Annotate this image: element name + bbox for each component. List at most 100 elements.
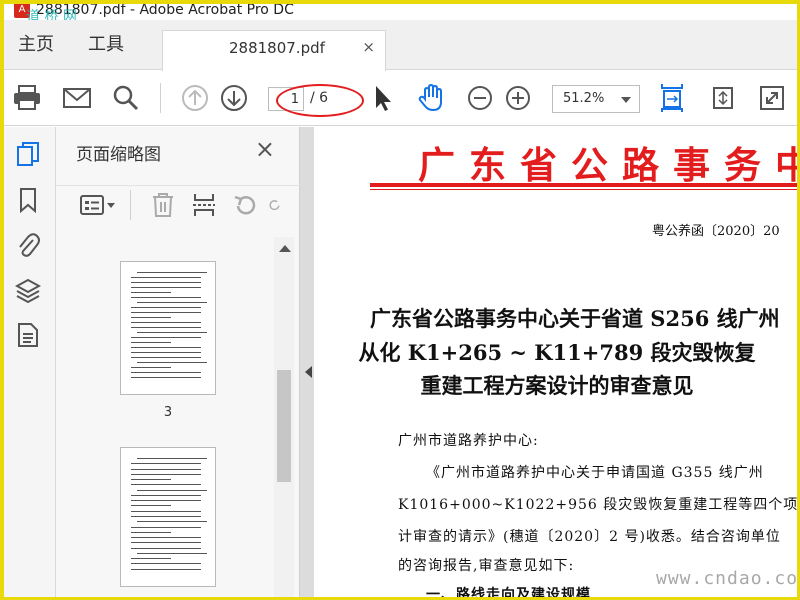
panel-title: 页面缩略图 — [76, 145, 161, 165]
document-number: 粤公养函〔2020〕20 — [652, 224, 780, 239]
arrow-up-circle-icon — [182, 85, 208, 111]
thumbnail-text-line — [131, 347, 201, 348]
scroll-up-arrow[interactable] — [279, 245, 291, 252]
section-heading: 一、路线走向及建设规模 — [426, 587, 591, 600]
thumbnail-text-line — [131, 473, 201, 475]
bookmarks-button[interactable] — [14, 186, 42, 214]
page-thumbnails-button[interactable] — [14, 141, 42, 169]
collapse-panel-arrow[interactable] — [305, 366, 312, 378]
document-title-line: 重建工程方案设计的审查意见 — [420, 373, 694, 398]
thumbnail-text-line — [137, 272, 207, 273]
scrollbar-thumb[interactable] — [277, 370, 291, 482]
document-icon — [18, 323, 38, 347]
menu-tools[interactable]: 工具 — [88, 30, 124, 56]
thumbnail-text-line — [137, 302, 207, 303]
thumbnail-text-line — [131, 494, 201, 496]
rotate-left-icon — [234, 195, 256, 215]
thumbnail-text-line — [137, 332, 207, 333]
page-thumbnail[interactable] — [120, 447, 216, 587]
document-tab-label: 2881807.pdf — [229, 39, 325, 57]
thumbnail-text-line — [131, 500, 201, 502]
select-tool-button[interactable] — [368, 83, 398, 113]
attachments-button[interactable] — [14, 231, 42, 259]
thumbnail-text-line — [131, 479, 171, 481]
thumbnail-text-line — [131, 526, 201, 528]
thumbnail-text-line — [131, 322, 201, 323]
zoom-in-button[interactable] — [503, 83, 533, 113]
thumbnail-panel: 页面缩略图 × 3 — [56, 127, 300, 600]
thumbnail-text-line — [131, 342, 171, 343]
fit-page-icon — [713, 87, 733, 109]
page-thumbnail[interactable] — [120, 261, 216, 395]
expand-icon — [760, 86, 784, 110]
thumbnail-toolbar — [56, 185, 300, 225]
printer-icon — [14, 85, 40, 110]
cursor-arrow-icon — [376, 86, 391, 111]
red-rule — [370, 183, 800, 187]
zoom-out-button[interactable] — [465, 83, 495, 113]
site-watermark-footer: www.cndao.com — [656, 568, 800, 589]
thumbnail-text-line — [131, 307, 201, 308]
next-page-button[interactable] — [219, 83, 249, 113]
search-button[interactable] — [111, 83, 141, 113]
thumbnail-text-line — [131, 327, 201, 328]
thumbnail-text-line — [131, 277, 201, 278]
previous-page-button[interactable] — [180, 83, 210, 113]
insert-page-button[interactable] — [189, 190, 219, 220]
zoom-out-icon — [468, 86, 492, 110]
hand-icon — [418, 83, 442, 112]
document-viewer: 广东省公路事务中心 粤公养函〔2020〕20 广东省公路事务中心关于省道 S25… — [300, 127, 800, 600]
body-text-line: 《广州市道路养护中心关于申请国道 G355 线广州 — [426, 465, 764, 481]
paperclip-icon — [19, 233, 40, 257]
layers-button[interactable] — [14, 277, 42, 305]
thumbnail-text-line — [131, 558, 171, 560]
thumbnail-text-line — [137, 521, 207, 523]
toolbar-separator — [160, 83, 161, 113]
navigation-rail — [0, 127, 56, 600]
hand-tool-button[interactable] — [416, 83, 446, 113]
full-screen-button[interactable] — [757, 83, 787, 113]
email-button[interactable] — [62, 83, 92, 113]
pdf-page: 广东省公路事务中心 粤公养函〔2020〕20 广东省公路事务中心关于省道 S25… — [314, 127, 800, 600]
rotate-clockwise-button[interactable] — [268, 190, 282, 220]
rotate-view-button[interactable] — [708, 83, 738, 113]
body-text-line: 计审查的请示》(穗道〔2020〕2 号)收悉。结合咨询单位 — [398, 529, 781, 545]
envelope-icon — [63, 88, 91, 108]
thumbnail-text-line — [131, 282, 201, 283]
trash-icon — [153, 193, 173, 217]
insert-page-icon — [193, 194, 215, 216]
print-button[interactable] — [12, 83, 42, 113]
menu-home[interactable]: 主页 — [18, 30, 54, 56]
thumbnail-text-line — [137, 362, 207, 363]
letterhead: 广东省公路事务中心 — [418, 143, 800, 187]
arrow-down-circle-icon — [221, 85, 247, 111]
thumbnail-text-line — [137, 552, 207, 554]
thumbnail-text-line — [131, 531, 171, 533]
thumbnail-options-button[interactable] — [78, 190, 118, 220]
delete-page-button[interactable] — [148, 190, 178, 220]
thumbnail-text-line — [131, 297, 201, 298]
body-text-line: 的咨询报告,审查意见如下: — [398, 558, 575, 574]
document-title-line: 广东省公路事务中心关于省道 S256 线广州 — [370, 306, 780, 331]
thumbnail-text-line — [131, 537, 201, 539]
document-tab[interactable]: 2881807.pdf × — [162, 30, 386, 71]
red-rule-thin — [370, 189, 800, 190]
order-button[interactable] — [14, 321, 42, 349]
options-menu-icon — [80, 195, 115, 215]
thumbnail-text-line — [131, 516, 201, 517]
thumbnail-text-line — [131, 352, 201, 353]
fit-page-button[interactable] — [657, 83, 687, 113]
menu-bar: 主页 工具 2881807.pdf × — [0, 20, 800, 71]
body-text-line: 广州市道路养护中心: — [398, 433, 539, 449]
close-icon[interactable]: × — [255, 135, 275, 163]
thumbnail-text-line — [131, 510, 201, 512]
zoom-dropdown[interactable]: 51.2% — [552, 85, 640, 113]
search-icon — [113, 85, 139, 111]
rotate-counterclockwise-button[interactable] — [230, 190, 260, 220]
thumbnail-text-line — [131, 377, 201, 378]
tab-close-icon[interactable]: × — [362, 38, 375, 56]
copy-pages-icon — [17, 142, 39, 166]
thumbnail-text-line — [131, 317, 171, 318]
thumbnail-text-line — [131, 563, 201, 565]
highlight-oval — [276, 84, 364, 117]
